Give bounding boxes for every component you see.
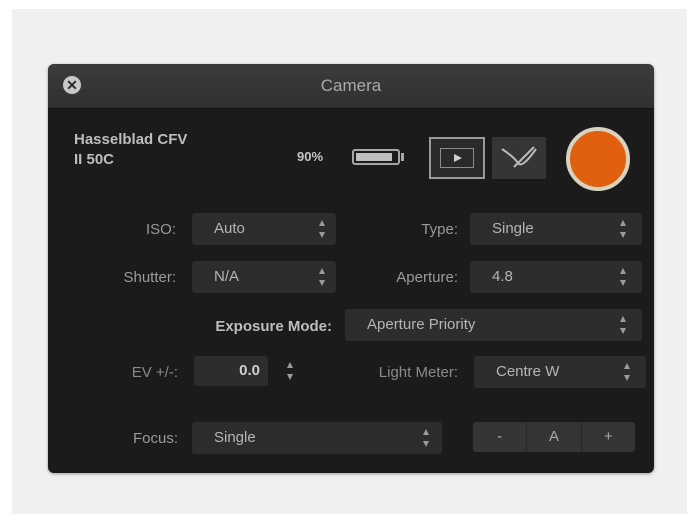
battery-level: [356, 153, 392, 161]
camera-model-line1: Hasselblad CFV: [74, 131, 188, 148]
aperture-stepper-icon[interactable]: [620, 268, 626, 286]
iso-label: ISO:: [145, 221, 176, 238]
focus-adjust-control: - A +: [473, 422, 635, 452]
ev-label: EV +/-:: [131, 364, 178, 381]
exposure-mode-label: Exposure Mode:: [215, 318, 332, 335]
iso-value: Auto: [214, 220, 245, 237]
aperture-select[interactable]: 4.8: [470, 261, 642, 293]
title-bar[interactable]: ✕ Camera: [48, 64, 654, 109]
iso-stepper-icon[interactable]: [319, 220, 325, 238]
aperture-value: 4.8: [492, 268, 513, 285]
play-button[interactable]: [429, 137, 485, 179]
focus-value: Single: [214, 429, 256, 446]
curve-icon: [501, 146, 537, 168]
record-button[interactable]: [566, 127, 630, 191]
ev-input[interactable]: 0.0: [194, 356, 268, 386]
light-meter-label: Light Meter:: [378, 364, 458, 381]
shutter-label: Shutter:: [123, 269, 176, 286]
light-meter-stepper-icon[interactable]: [624, 363, 630, 381]
camera-window: ✕ Camera Hasselblad CFV II 50C 90% ISO: …: [48, 64, 654, 473]
camera-model-line2: II 50C: [74, 151, 115, 168]
play-icon: [440, 148, 474, 168]
light-meter-value: Centre W: [496, 363, 560, 380]
shutter-select[interactable]: N/A: [192, 261, 336, 293]
focus-auto-button[interactable]: A: [527, 422, 582, 452]
exposure-mode-stepper-icon[interactable]: [620, 316, 626, 334]
aperture-label: Aperture:: [396, 269, 458, 286]
light-meter-select[interactable]: Centre W: [474, 356, 646, 388]
curve-button[interactable]: [492, 137, 546, 179]
shutter-value: N/A: [214, 268, 240, 285]
focus-stepper-icon[interactable]: [423, 429, 429, 447]
battery-percent: 90%: [297, 149, 324, 164]
exposure-mode-select[interactable]: Aperture Priority: [345, 309, 642, 341]
focus-select[interactable]: Single: [192, 422, 442, 454]
window-title: Camera: [320, 76, 382, 95]
exposure-mode-value: Aperture Priority: [367, 316, 476, 333]
type-select[interactable]: Single: [470, 213, 642, 245]
battery-icon: [352, 149, 400, 165]
focus-minus-button[interactable]: -: [473, 422, 528, 452]
focus-plus-button[interactable]: +: [582, 422, 635, 452]
type-value: Single: [492, 220, 534, 237]
focus-label: Focus:: [132, 430, 178, 447]
battery-tip: [401, 153, 404, 161]
shutter-stepper-icon[interactable]: [319, 268, 325, 286]
camera-model: Hasselblad CFV II 50C: [74, 130, 254, 170]
type-stepper-icon[interactable]: [620, 220, 626, 238]
type-label: Type:: [421, 221, 458, 238]
iso-select[interactable]: Auto: [192, 213, 336, 245]
play-triangle: [454, 154, 462, 162]
ev-stepper-icon[interactable]: [287, 362, 293, 380]
